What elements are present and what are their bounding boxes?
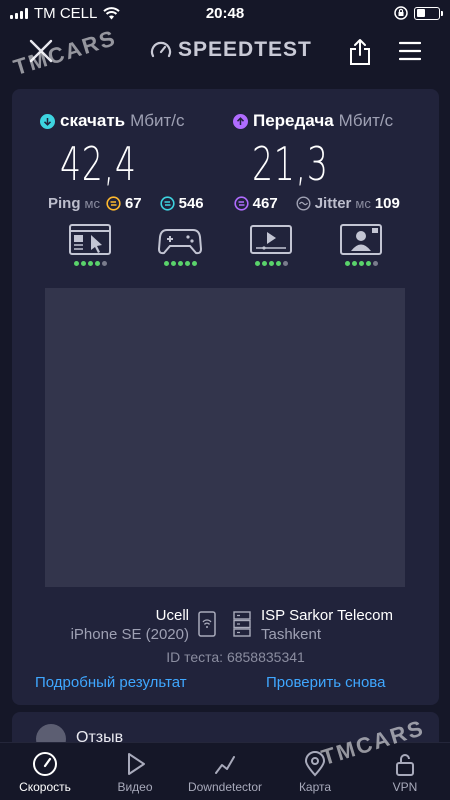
ping-download: 546 — [160, 195, 204, 212]
rating-dot — [372, 261, 378, 266]
isp-name: ISP Sarkor Telecom — [261, 607, 394, 624]
jitter-icon — [296, 196, 311, 211]
rating-dot — [191, 261, 197, 266]
rating-dot — [170, 261, 176, 266]
gaming-icon — [157, 229, 203, 255]
orientation-lock-icon — [394, 6, 408, 20]
quality-video-streaming[interactable] — [246, 223, 296, 266]
rating-dot — [73, 261, 79, 266]
video-streaming-icon — [250, 225, 292, 254]
ping-unit: мс — [84, 196, 100, 211]
server-info: ISP Sarkor Telecom Tashkent — [261, 606, 393, 644]
carrier-group: TM CELL — [10, 4, 121, 22]
rating-dot — [358, 261, 364, 266]
download-header: скачать Мбит/с — [40, 111, 185, 131]
speedtest-logo: SPEEDTEST — [150, 38, 312, 62]
download-value: 42,4 — [60, 137, 137, 191]
nav-video-label: Видео — [117, 780, 153, 794]
rating-dot — [268, 261, 274, 266]
ping-label: Ping — [48, 195, 81, 212]
ping-idle: 67 — [106, 195, 142, 212]
nav-vpn-label: VPN — [392, 780, 418, 794]
jitter-value: 109 — [374, 195, 400, 212]
ping-upload: 467 — [234, 195, 278, 212]
retry-test-link[interactable]: Проверить снова — [266, 674, 385, 691]
download-ping-icon — [160, 196, 175, 211]
downdetector-icon — [215, 756, 235, 774]
rating-dot — [177, 261, 183, 266]
video-call-icon — [340, 224, 382, 255]
jitter: Jitter мс 109 — [296, 195, 400, 212]
rating-dot — [94, 261, 100, 266]
nav-downdetector[interactable]: Downdetector — [180, 751, 270, 794]
hamburger-menu-icon[interactable] — [399, 41, 421, 61]
rating-dot — [80, 261, 86, 266]
device-info: Ucell iPhone SE (2020) — [71, 606, 189, 644]
download-label: скачать — [60, 111, 126, 130]
rating-dot — [87, 261, 93, 266]
server-city: Tashkent — [261, 626, 322, 643]
rating-dots-video-call — [344, 261, 378, 266]
rating-dot — [365, 261, 371, 266]
rating-dot — [254, 261, 260, 266]
nav-vpn[interactable]: VPN — [386, 751, 424, 794]
quality-gaming[interactable] — [155, 223, 205, 266]
logo-text: SPEEDTEST — [178, 38, 312, 61]
result-card: скачать Мбит/с 42,4 Передача Мбит/с 21,3… — [12, 89, 439, 705]
status-right — [394, 6, 443, 20]
upload-value: 21,3 — [252, 137, 329, 191]
nav-downdetector-label: Downdetector — [187, 780, 263, 794]
browsing-icon — [69, 224, 111, 255]
speed-graph-area — [45, 288, 405, 587]
rating-dots-browsing — [73, 261, 107, 266]
upload-header: Передача Мбит/с — [233, 111, 393, 131]
nav-speed-label: Скорость — [19, 780, 71, 794]
server-icon — [233, 611, 251, 637]
nav-video[interactable]: Видео — [112, 751, 158, 794]
upload-label: Передача — [253, 111, 334, 130]
battery-icon — [414, 6, 443, 20]
download-arrow-icon — [40, 113, 55, 129]
rating-dots-gaming — [163, 261, 197, 266]
quality-browsing[interactable] — [65, 223, 115, 266]
idle-ping-icon — [106, 196, 121, 211]
rating-dot — [344, 261, 350, 266]
jitter-unit: мс — [355, 196, 371, 211]
detailed-result-link[interactable]: Подробный результат — [35, 674, 187, 691]
rating-dot — [282, 261, 288, 266]
upload-unit: Мбит/с — [338, 111, 394, 130]
download-unit: Мбит/с — [130, 111, 185, 130]
play-icon — [128, 753, 145, 775]
signal-icon — [10, 7, 28, 19]
rating-dot — [351, 261, 357, 266]
provider-name: Ucell — [155, 607, 189, 624]
rating-dot — [163, 261, 169, 266]
carrier-name: TM CELL — [34, 4, 98, 22]
wifi-icon — [103, 6, 121, 19]
speed-icon — [33, 752, 57, 776]
jitter-label: Jitter — [314, 195, 352, 212]
ping-row: Ping мс 67 546 467 Jitter мс 109 — [48, 195, 400, 212]
rating-dot — [275, 261, 281, 266]
nav-map-label: Карта — [298, 780, 332, 794]
upload-ping-icon — [234, 196, 249, 211]
rating-dot — [101, 261, 107, 266]
gauge-icon — [150, 41, 172, 58]
rating-dot — [184, 261, 190, 266]
test-id: ID теста: 6858835341 — [166, 649, 305, 665]
share-icon[interactable] — [348, 38, 372, 66]
phone-icon — [198, 611, 216, 637]
nav-speed[interactable]: Скорость — [16, 751, 74, 794]
status-bar: TM CELL 20:48 — [0, 0, 450, 26]
lock-icon — [396, 754, 414, 776]
device-model: iPhone SE (2020) — [70, 626, 189, 643]
rating-dots-video — [254, 261, 288, 266]
upload-arrow-icon — [233, 113, 248, 129]
rating-dot — [261, 261, 267, 266]
quality-video-call[interactable] — [336, 223, 386, 266]
